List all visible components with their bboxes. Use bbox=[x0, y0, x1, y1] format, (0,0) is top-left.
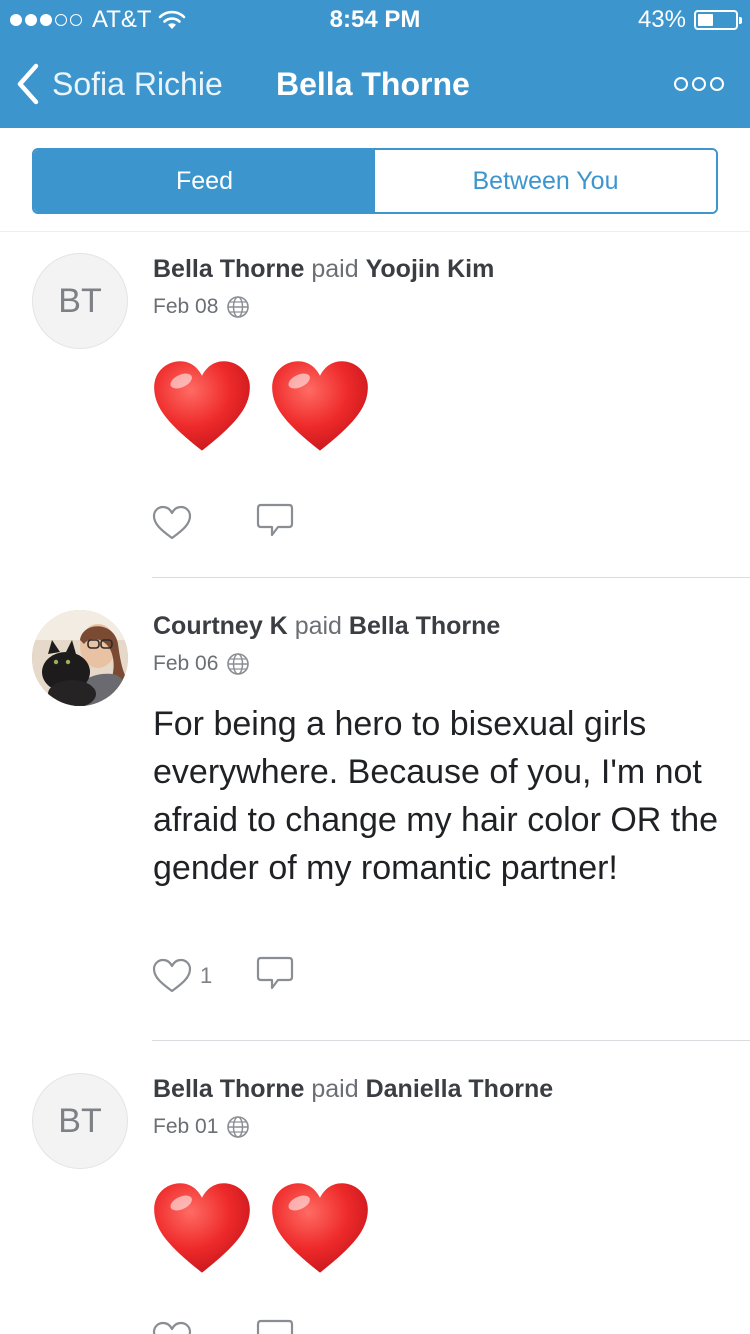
battery-fill bbox=[698, 14, 713, 26]
profile-photo-icon bbox=[32, 610, 128, 706]
story-date: Feb 01 bbox=[153, 1115, 250, 1139]
comment-button[interactable] bbox=[256, 503, 294, 544]
message-emoji bbox=[150, 1177, 372, 1281]
avatar[interactable]: BT bbox=[32, 1073, 128, 1169]
segment-bar: Feed Between You bbox=[0, 128, 750, 232]
comment-icon bbox=[256, 503, 294, 539]
story-header: Bella Thorne paid Yoojin Kim bbox=[153, 255, 494, 284]
page-title: Bella Thorne bbox=[276, 66, 470, 102]
comment-icon bbox=[256, 1319, 294, 1334]
more-dot-icon bbox=[710, 77, 724, 91]
payment-message: For being a hero to bisexual girls every… bbox=[153, 705, 719, 887]
battery-percent: 43% bbox=[637, 6, 686, 33]
red-heart-emoji-icon bbox=[268, 1177, 372, 1281]
target-name[interactable]: Yoojin Kim bbox=[366, 255, 495, 283]
globe-icon bbox=[226, 1115, 250, 1139]
like-button[interactable] bbox=[152, 1321, 192, 1334]
red-heart-emoji-icon bbox=[268, 355, 372, 459]
globe-icon bbox=[226, 652, 250, 676]
avatar[interactable] bbox=[32, 610, 128, 706]
comment-button[interactable] bbox=[256, 956, 294, 997]
actor-name[interactable]: Bella Thorne bbox=[153, 1075, 304, 1103]
chevron-left-icon bbox=[17, 63, 39, 105]
story-actions bbox=[152, 1321, 192, 1334]
tab-feed[interactable]: Feed bbox=[34, 150, 375, 212]
target-name[interactable]: Daniella Thorne bbox=[366, 1075, 554, 1103]
story-actions bbox=[152, 505, 192, 541]
actor-name[interactable]: Courtney K bbox=[153, 612, 288, 640]
heart-outline-icon bbox=[152, 958, 192, 994]
status-bar: AT&T 8:54 PM 43% bbox=[0, 0, 750, 40]
like-button[interactable]: 1 bbox=[152, 958, 212, 994]
battery-icon bbox=[694, 10, 742, 30]
story-date: Feb 06 bbox=[153, 652, 250, 676]
date-label: Feb 08 bbox=[153, 295, 219, 318]
nav-bar: Sofia Richie Bella Thorne bbox=[0, 40, 750, 128]
more-dot-icon bbox=[674, 77, 688, 91]
heart-outline-icon bbox=[152, 1321, 192, 1334]
story-date: Feb 08 bbox=[153, 295, 250, 319]
globe-icon bbox=[226, 295, 250, 319]
date-label: Feb 01 bbox=[153, 1115, 219, 1138]
more-dot-icon bbox=[692, 77, 706, 91]
feed-item[interactable]: BT Bella Thorne paid Daniella Thorne Feb… bbox=[0, 1041, 750, 1334]
back-button[interactable]: Sofia Richie bbox=[14, 40, 223, 128]
story-actions: 1 bbox=[152, 958, 212, 994]
like-button[interactable] bbox=[152, 505, 192, 541]
like-count: 1 bbox=[200, 963, 213, 988]
payment-verb: paid bbox=[311, 1075, 359, 1103]
story-header: Bella Thorne paid Daniella Thorne bbox=[153, 1075, 553, 1104]
avatar[interactable]: BT bbox=[32, 253, 128, 349]
feed-item[interactable]: BT Bella Thorne paid Yoojin Kim Feb 08 bbox=[0, 233, 750, 578]
message-emoji bbox=[150, 355, 372, 459]
target-name[interactable]: Bella Thorne bbox=[349, 612, 500, 640]
feed-item[interactable]: Courtney K paid Bella Thorne Feb 06 For … bbox=[0, 578, 750, 1041]
heart-outline-icon bbox=[152, 505, 192, 541]
more-options-button[interactable] bbox=[674, 70, 724, 98]
status-right: 43% bbox=[637, 0, 742, 40]
story-header: Courtney K paid Bella Thorne bbox=[153, 612, 500, 641]
red-heart-emoji-icon bbox=[150, 355, 254, 459]
red-heart-emoji-icon bbox=[150, 1177, 254, 1281]
comment-icon bbox=[256, 956, 294, 992]
payment-verb: paid bbox=[311, 255, 359, 283]
date-label: Feb 06 bbox=[153, 652, 219, 675]
actor-name[interactable]: Bella Thorne bbox=[153, 255, 304, 283]
back-button-label: Sofia Richie bbox=[52, 65, 223, 102]
comment-button[interactable] bbox=[256, 1319, 294, 1334]
tab-between-you[interactable]: Between You bbox=[375, 150, 716, 212]
payment-verb: paid bbox=[294, 612, 342, 640]
segmented-control: Feed Between You bbox=[32, 148, 718, 214]
